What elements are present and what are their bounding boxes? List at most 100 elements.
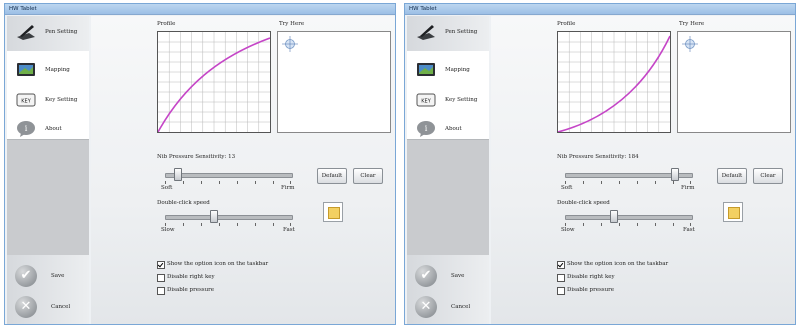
save-button[interactable]: ✔ Save — [407, 262, 489, 292]
sidebar-item-label: Key Setting — [445, 97, 478, 103]
svg-text:i: i — [425, 124, 428, 133]
nav-filler — [7, 139, 89, 255]
title-bar[interactable]: HW Tablet — [5, 4, 395, 15]
sidebar: Pen Setting Mapping KEY Key Setting i Ab… — [7, 16, 89, 324]
folder-icon — [728, 207, 740, 219]
info-bubble-icon: i — [417, 121, 435, 137]
close-icon: ✕ — [20, 299, 32, 314]
checkbox-label: Disable pressure — [567, 287, 615, 293]
sensitivity-ticks — [165, 181, 291, 184]
save-button[interactable]: ✔ Save — [7, 262, 89, 292]
profile-label: Profile — [157, 21, 176, 27]
cancel-button[interactable]: ✕ Cancel — [7, 293, 89, 323]
svg-text:i: i — [25, 124, 28, 133]
sidebar-item-mapping[interactable]: Mapping — [7, 56, 89, 84]
save-label: Save — [451, 273, 465, 279]
window-title: HW Tablet — [9, 6, 37, 12]
firm-label: Firm — [681, 185, 695, 191]
cancel-label: Cancel — [51, 304, 71, 310]
double-click-label: Double-click speed — [557, 200, 610, 206]
firm-label: Firm — [281, 185, 295, 191]
try-here-area[interactable] — [277, 31, 391, 133]
double-click-label: Double-click speed — [157, 200, 210, 206]
title-bar[interactable]: HW Tablet — [405, 4, 795, 15]
monitor-mapping-icon — [17, 63, 35, 76]
sidebar-item-key-setting[interactable]: KEY Key Setting — [7, 86, 89, 114]
checkbox-label: Disable right key — [167, 274, 215, 280]
try-here-area[interactable] — [677, 31, 791, 133]
crosshair-icon — [282, 36, 298, 52]
crosshair-icon — [682, 36, 698, 52]
checkbox[interactable] — [157, 261, 165, 269]
checkbox-label: Disable right key — [567, 274, 615, 280]
default-button[interactable]: Default — [317, 168, 347, 184]
info-bubble-icon: i — [17, 121, 35, 137]
profile-grid — [557, 32, 671, 133]
pen-tablet-icon — [417, 25, 435, 40]
sidebar-item-label: Key Setting — [45, 97, 78, 103]
pen-setting-panel: Profile Try Here Nib Pressure Sensitivit… — [91, 16, 395, 324]
svg-text:KEY: KEY — [421, 99, 431, 105]
default-button[interactable]: Default — [717, 168, 747, 184]
clear-button[interactable]: Clear — [353, 168, 383, 184]
soft-label: Soft — [161, 185, 173, 191]
double-click-ticks — [565, 223, 691, 226]
double-click-test-box[interactable] — [723, 202, 743, 222]
double-click-slider-thumb[interactable] — [209, 210, 218, 223]
sensitivity-slider-track[interactable] — [165, 173, 293, 178]
window-title: HW Tablet — [409, 6, 437, 12]
sidebar-item-label: Pen Setting — [45, 29, 78, 35]
monitor-mapping-icon — [417, 63, 435, 76]
save-label: Save — [51, 273, 65, 279]
keyboard-key-icon: KEY — [416, 93, 436, 107]
tablet-window-1: HW Tablet Pen Setting Mapping KEY Key Se… — [4, 3, 396, 325]
sensitivity-slider-thumb[interactable] — [174, 168, 183, 181]
svg-text:KEY: KEY — [21, 99, 31, 105]
fast-label: Fast — [283, 227, 295, 233]
checkmark-icon: ✔ — [420, 268, 432, 283]
profile-grid — [157, 32, 271, 133]
checkbox[interactable] — [157, 287, 165, 295]
sidebar-item-label: Pen Setting — [445, 29, 478, 35]
folder-icon — [328, 207, 340, 219]
cancel-button[interactable]: ✕ Cancel — [407, 293, 489, 323]
double-click-test-box[interactable] — [323, 202, 343, 222]
keyboard-key-icon: KEY — [16, 93, 36, 107]
sensitivity-label: Nib Pressure Sensitivity: 13 — [157, 154, 236, 160]
slow-label: Slow — [561, 227, 575, 233]
double-click-slider-thumb[interactable] — [609, 210, 618, 223]
sensitivity-ticks — [565, 181, 691, 184]
double-click-slider-track[interactable] — [565, 215, 693, 220]
checkbox[interactable] — [557, 287, 565, 295]
soft-label: Soft — [561, 185, 573, 191]
cancel-label: Cancel — [451, 304, 471, 310]
checkbox-label: Show the option icon on the taskbar — [567, 261, 669, 267]
sidebar-item-pen-setting[interactable]: Pen Setting — [7, 18, 89, 46]
try-here-label: Try Here — [279, 21, 305, 27]
checkbox-label: Disable pressure — [167, 287, 215, 293]
sidebar-item-label: Mapping — [445, 67, 470, 73]
checkbox[interactable] — [157, 274, 165, 282]
try-here-label: Try Here — [679, 21, 705, 27]
pen-setting-panel: Profile Try Here Nib Pressure Sensitivit… — [491, 16, 795, 324]
tablet-window-2: HW Tablet Pen Setting Mapping KEY Key Se… — [404, 3, 796, 325]
sidebar-item-pen-setting[interactable]: Pen Setting — [407, 18, 489, 46]
sidebar-item-mapping[interactable]: Mapping — [407, 56, 489, 84]
pen-tablet-icon — [17, 25, 35, 40]
sidebar-item-key-setting[interactable]: KEY Key Setting — [407, 86, 489, 114]
checkbox[interactable] — [557, 261, 565, 269]
checkmark-icon: ✔ — [20, 268, 32, 283]
sidebar: Pen Setting Mapping KEY Key Setting i Ab… — [407, 16, 489, 324]
pressure-profile-graph — [157, 31, 271, 133]
fast-label: Fast — [683, 227, 695, 233]
profile-label: Profile — [557, 21, 576, 27]
close-icon: ✕ — [420, 299, 432, 314]
checkbox-label: Show the option icon on the taskbar — [167, 261, 269, 267]
nav-filler — [407, 139, 489, 255]
double-click-ticks — [165, 223, 291, 226]
sensitivity-slider-thumb[interactable] — [671, 168, 680, 181]
sidebar-item-label: Mapping — [45, 67, 70, 73]
clear-button[interactable]: Clear — [753, 168, 783, 184]
double-click-slider-track[interactable] — [165, 215, 293, 220]
checkbox[interactable] — [557, 274, 565, 282]
